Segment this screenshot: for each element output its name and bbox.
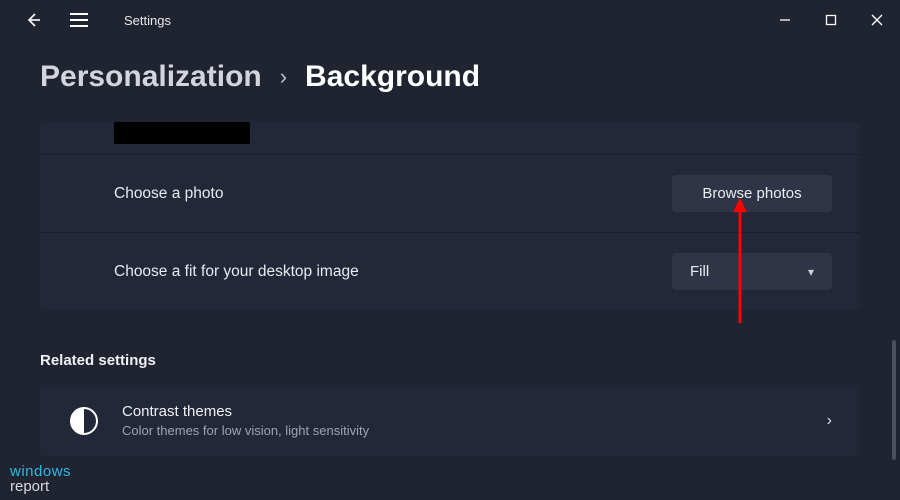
window-controls <box>762 0 900 40</box>
choose-fit-label: Choose a fit for your desktop image <box>114 263 359 281</box>
minimize-button[interactable] <box>762 0 808 40</box>
back-button[interactable] <box>24 11 42 29</box>
maximize-button[interactable] <box>808 0 854 40</box>
breadcrumb: Personalization › Background <box>0 40 900 122</box>
choose-photo-label: Choose a photo <box>114 185 223 203</box>
background-settings-panel: Choose a photo Browse photos Choose a fi… <box>40 122 860 310</box>
contrast-icon <box>70 407 98 435</box>
minimize-icon <box>779 14 791 26</box>
watermark: windows report <box>10 464 71 494</box>
preview-thumbnail-row <box>40 122 860 154</box>
choose-fit-row: Choose a fit for your desktop image Fill… <box>40 232 860 310</box>
title-bar: Settings <box>0 0 900 40</box>
hamburger-menu-button[interactable] <box>70 13 88 27</box>
browse-photos-button[interactable]: Browse photos <box>672 175 832 212</box>
contrast-themes-description: Color themes for low vision, light sensi… <box>122 423 803 438</box>
app-title: Settings <box>124 13 171 28</box>
choose-photo-row: Choose a photo Browse photos <box>40 154 860 232</box>
fit-select[interactable]: Fill ▾ <box>672 253 832 290</box>
chevron-right-icon: › <box>827 412 832 430</box>
breadcrumb-parent[interactable]: Personalization <box>40 60 262 94</box>
chevron-down-icon: ▾ <box>808 265 814 279</box>
selected-photo-thumbnail[interactable] <box>114 122 250 144</box>
page-title: Background <box>305 60 480 94</box>
maximize-icon <box>825 14 837 26</box>
contrast-themes-link[interactable]: Contrast themes Color themes for low vis… <box>40 385 860 456</box>
chevron-right-icon: › <box>280 64 287 90</box>
contrast-themes-text: Contrast themes Color themes for low vis… <box>122 403 803 438</box>
title-bar-left: Settings <box>24 11 171 29</box>
related-settings-heading: Related settings <box>40 352 860 369</box>
watermark-line1: windows <box>10 464 71 479</box>
contrast-themes-title: Contrast themes <box>122 403 803 420</box>
vertical-scrollbar[interactable] <box>892 340 896 460</box>
close-icon <box>871 14 883 26</box>
watermark-line2: report <box>10 479 71 494</box>
fit-select-value: Fill <box>690 263 709 280</box>
close-button[interactable] <box>854 0 900 40</box>
back-arrow-icon <box>24 11 42 29</box>
